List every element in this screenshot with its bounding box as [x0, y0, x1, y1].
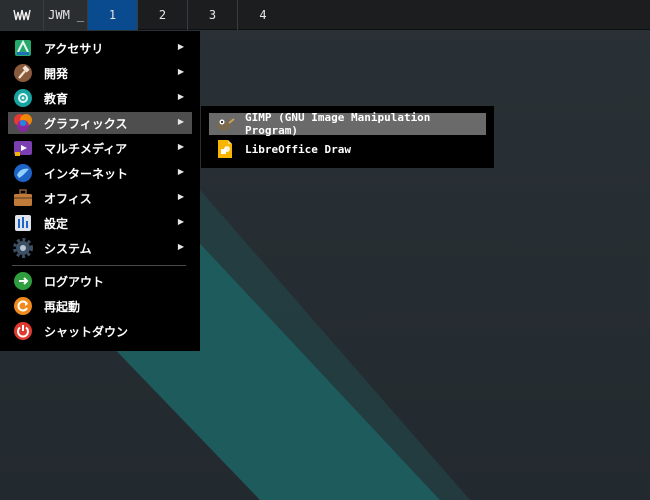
jwm-button[interactable]: JWM — [44, 0, 74, 30]
logout-icon — [12, 270, 34, 292]
submenu-arrow-icon: ▶ — [177, 142, 184, 151]
submenu-arrow-icon: ▶ — [177, 217, 184, 226]
office-briefcase-icon — [12, 187, 34, 209]
system-gear-icon — [12, 237, 34, 259]
libreoffice-draw-icon — [215, 139, 235, 159]
menu-item-shutdown[interactable]: シャットダウン — [8, 320, 192, 342]
menu-item-label: オフィス — [44, 191, 92, 206]
accessories-icon — [12, 37, 34, 59]
submenu-arrow-icon: ▶ — [177, 117, 184, 126]
menu-item-education[interactable]: 教育 ▶ — [8, 87, 192, 109]
menu-item-label: ログアウト — [44, 274, 105, 289]
multimedia-icon — [12, 137, 34, 159]
menu-item-label: 再起動 — [44, 299, 81, 314]
menu-item-label: アクセサリ — [44, 41, 104, 56]
submenu-arrow-icon: ▶ — [177, 167, 184, 176]
settings-panel-icon — [12, 212, 34, 234]
internet-globe-icon — [12, 162, 34, 184]
menu-divider — [12, 265, 186, 266]
gimp-icon — [215, 114, 235, 134]
submenu-arrow-icon: ▶ — [177, 42, 184, 51]
menu-item-label: シャットダウン — [44, 324, 129, 339]
submenu-arrow-icon: ▶ — [177, 92, 184, 101]
menu-item-graphics[interactable]: グラフィックス ▶ — [8, 112, 192, 134]
workspace-2-button[interactable]: 2 — [138, 0, 188, 30]
root-menu: アクセサリ ▶ 開発 ▶ 教育 ▶ グラフィックス ▶ マルチメディア ▶ イン — [0, 31, 200, 351]
menu-item-development[interactable]: 開発 ▶ — [8, 62, 192, 84]
taskbar: JWM _ 1 2 3 4 — [0, 0, 650, 30]
menu-item-office[interactable]: オフィス ▶ — [8, 187, 192, 209]
graphics-submenu: GIMP (GNU Image Manipulation Program) Li… — [201, 106, 494, 168]
menu-item-label: システム — [44, 241, 92, 256]
menu-item-restart[interactable]: 再起動 — [8, 295, 192, 317]
submenu-item-libreoffice-draw[interactable]: LibreOffice Draw — [209, 138, 486, 160]
submenu-item-label: LibreOffice Draw — [245, 142, 351, 156]
submenu-arrow-icon: ▶ — [177, 192, 184, 201]
submenu-arrow-icon: ▶ — [177, 67, 184, 76]
workspace-1-button[interactable]: 1 — [88, 0, 138, 30]
education-icon — [12, 87, 34, 109]
shutdown-icon — [12, 320, 34, 342]
menu-item-multimedia[interactable]: マルチメディア ▶ — [8, 137, 192, 159]
graphics-icon — [12, 112, 34, 134]
submenu-item-label: GIMP (GNU Image Manipulation Program) — [245, 111, 431, 137]
menu-item-label: インターネット — [44, 166, 129, 181]
jwm-logo-icon — [12, 9, 31, 21]
workspace-3-button[interactable]: 3 — [188, 0, 238, 30]
menu-item-system[interactable]: システム ▶ — [8, 237, 192, 259]
restart-icon — [12, 295, 34, 317]
menu-item-label: マルチメディア — [44, 141, 128, 156]
menu-item-logout[interactable]: ログアウト — [8, 270, 192, 292]
menu-item-settings[interactable]: 設定 ▶ — [8, 212, 192, 234]
menu-item-accessories[interactable]: アクセサリ ▶ — [8, 37, 192, 59]
menu-item-label: グラフィックス — [44, 116, 128, 131]
start-menu-button[interactable] — [0, 0, 44, 30]
minimize-button[interactable]: _ — [74, 0, 88, 30]
workspace-4-button[interactable]: 4 — [238, 0, 288, 30]
menu-item-label: 教育 — [44, 91, 69, 106]
menu-item-label: 開発 — [44, 66, 69, 81]
development-hammer-icon — [12, 62, 34, 84]
submenu-item-gimp[interactable]: GIMP (GNU Image Manipulation Program) — [209, 111, 486, 137]
submenu-arrow-icon: ▶ — [177, 242, 184, 251]
menu-item-label: 設定 — [44, 216, 69, 231]
menu-item-internet[interactable]: インターネット ▶ — [8, 162, 192, 184]
